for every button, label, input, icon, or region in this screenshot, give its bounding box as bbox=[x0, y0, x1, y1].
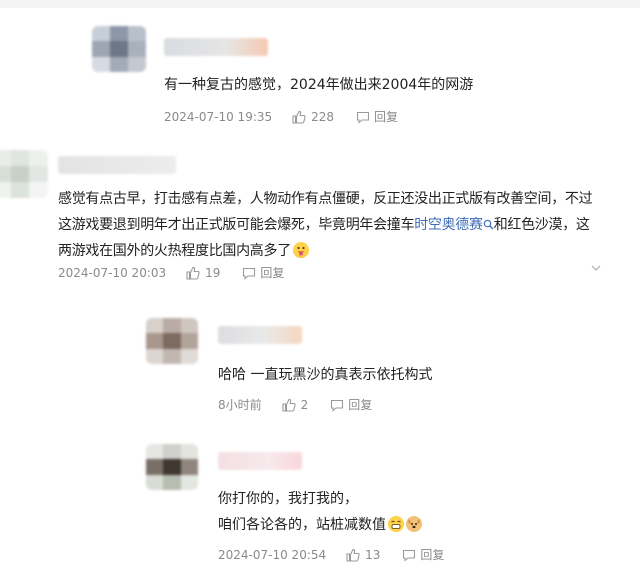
username-blurred[interactable] bbox=[164, 38, 268, 56]
reply-button[interactable]: 回复 bbox=[348, 396, 372, 413]
search-icon[interactable] bbox=[483, 219, 494, 230]
thumbs-up-icon[interactable] bbox=[282, 398, 296, 412]
comment-line: 这游戏要退到明年才出正式版可能会爆死，毕竟明年会撞车时空奥德赛 和红色沙漠，这 bbox=[58, 217, 590, 233]
comment-bubble-icon[interactable] bbox=[356, 110, 370, 124]
comment-line: 你打你的，我打我的， bbox=[218, 491, 358, 507]
comment-text: 哈哈 一直玩黑沙的真表示依托构式 bbox=[218, 367, 433, 383]
comment-bubble-icon[interactable] bbox=[402, 548, 416, 562]
thumbs-up-icon[interactable] bbox=[292, 110, 306, 124]
username-blurred[interactable] bbox=[218, 326, 302, 344]
avatar[interactable] bbox=[146, 444, 198, 490]
comment-text: 感觉有点古早，打击感有点差，人物动作有点僵硬，反正还没出正式版有改善空间，不过 … bbox=[58, 186, 593, 264]
comment-text: 你打你的，我打我的， 咱们各论各的，站桩减数值 bbox=[218, 486, 422, 538]
reply-button[interactable]: 回复 bbox=[420, 546, 444, 563]
like-count: 228 bbox=[311, 109, 335, 124]
chevron-down-icon[interactable] bbox=[590, 262, 602, 278]
avatar[interactable] bbox=[146, 318, 198, 364]
timestamp: 2024-07-10 20:54 bbox=[218, 547, 327, 562]
dog-face-emoji bbox=[406, 516, 422, 532]
comment-meta: 8小时前 2 回复 bbox=[218, 396, 372, 413]
comment-meta: 2024-07-10 20:03 19 回复 bbox=[58, 264, 284, 281]
game-link[interactable]: 时空奥德赛 bbox=[414, 217, 483, 233]
timestamp: 2024-07-10 20:03 bbox=[58, 265, 167, 280]
comment-line: 咱们各论各的，站桩减数值 bbox=[218, 512, 422, 538]
username-blurred[interactable] bbox=[58, 156, 176, 174]
tongue-face-emoji bbox=[292, 242, 309, 258]
timestamp: 2024-07-10 19:35 bbox=[164, 109, 273, 124]
avatar[interactable] bbox=[0, 150, 48, 198]
thumbs-up-icon[interactable] bbox=[346, 548, 360, 562]
comment-bubble-icon[interactable] bbox=[242, 266, 256, 280]
like-count: 13 bbox=[365, 547, 381, 562]
timestamp: 8小时前 bbox=[218, 398, 262, 412]
avatar[interactable] bbox=[92, 26, 146, 72]
comment-meta: 2024-07-10 19:35 228 回复 bbox=[164, 108, 398, 125]
like-count: 19 bbox=[205, 265, 221, 280]
comment-line: 两游戏在国外的火热程度比国内高多了 bbox=[58, 238, 592, 264]
thumbs-up-icon[interactable] bbox=[186, 266, 200, 280]
reply-button[interactable]: 回复 bbox=[374, 108, 398, 125]
top-edge bbox=[0, 0, 640, 8]
comment-text: 有一种复古的感觉，2024年做出来2004年的网游 bbox=[164, 77, 474, 93]
comment-bubble-icon[interactable] bbox=[330, 398, 344, 412]
comment-meta: 2024-07-10 20:54 13 回复 bbox=[218, 546, 444, 563]
username-blurred[interactable] bbox=[218, 452, 302, 470]
reply-button[interactable]: 回复 bbox=[260, 264, 284, 281]
like-count: 2 bbox=[300, 397, 309, 412]
grinning-face-emoji bbox=[388, 516, 404, 532]
comment-line: 感觉有点古早，打击感有点差，人物动作有点僵硬，反正还没出正式版有改善空间，不过 bbox=[58, 191, 593, 207]
